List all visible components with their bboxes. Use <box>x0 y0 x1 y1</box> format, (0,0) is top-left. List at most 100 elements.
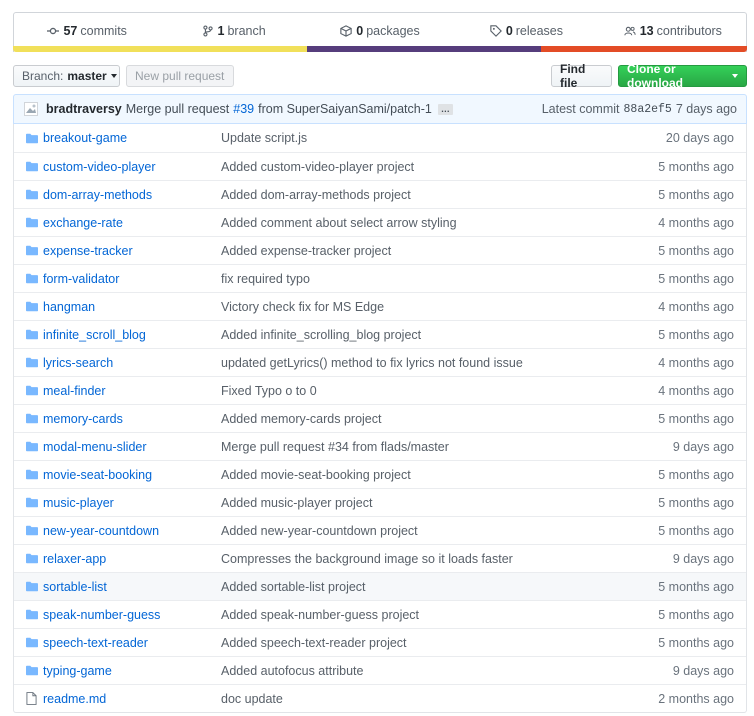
file-name-link[interactable]: speech-text-reader <box>43 636 221 650</box>
folder-icon <box>26 524 38 538</box>
file-name-link[interactable]: speak-number-guess <box>43 608 221 622</box>
folder-icon <box>26 664 38 678</box>
find-file-label: Find file <box>560 62 586 90</box>
commit-sha-link[interactable]: 88a2ef5 <box>624 103 672 116</box>
language-segment[interactable] <box>306 46 542 52</box>
file-name-link[interactable]: meal-finder <box>43 384 221 398</box>
branches-link[interactable]: 1 branch <box>160 13 306 49</box>
commits-link[interactable]: 57 commits <box>14 13 160 49</box>
file-commit-message[interactable]: Added custom-video-player project <box>221 160 636 174</box>
file-commit-message[interactable]: Added comment about select arrow styling <box>221 216 636 230</box>
file-commit-message[interactable]: Added speak-number-guess project <box>221 608 636 622</box>
chevron-down-icon <box>732 74 738 78</box>
file-commit-age: 5 months ago <box>658 327 734 342</box>
clone-or-download-button[interactable]: Clone or download <box>618 62 747 90</box>
file-row: exchange-rate Added comment about select … <box>14 208 746 236</box>
commit-pr-link[interactable]: #39 <box>233 102 254 116</box>
file-name-link[interactable]: music-player <box>43 496 221 510</box>
folder-icon <box>26 468 38 482</box>
avatar[interactable] <box>24 102 38 116</box>
file-name-link[interactable]: expense-tracker <box>43 244 221 258</box>
contributors-link[interactable]: 13 contributors <box>600 13 746 49</box>
file-name-link[interactable]: dom-array-methods <box>43 188 221 202</box>
folder-icon <box>26 608 38 622</box>
file-commit-message[interactable]: Compresses the background image so it lo… <box>221 552 636 566</box>
file-commit-message[interactable]: Added movie-seat-booking project <box>221 468 636 482</box>
branch-label: Branch: <box>22 69 64 83</box>
folder-icon <box>26 272 38 286</box>
file-row: expense-tracker Added expense-tracker pro… <box>14 236 746 264</box>
file-commit-message[interactable]: Victory check fix for MS Edge <box>221 300 636 314</box>
tag-icon <box>490 25 502 37</box>
releases-label: releases <box>515 24 564 38</box>
chevron-down-icon <box>110 74 117 78</box>
file-name-link[interactable]: sortable-list <box>43 580 221 594</box>
file-commit-message[interactable]: updated getLyrics() method to fix lyrics… <box>221 356 636 370</box>
releases-link[interactable]: 0 releases <box>453 13 599 49</box>
file-row: typing-game Added autofocus attribute 9 da… <box>14 656 746 684</box>
file-commit-message[interactable]: doc update <box>221 692 636 706</box>
file-row: memory-cards Added memory-cards project 5 … <box>14 404 746 432</box>
folder-icon <box>26 440 38 454</box>
commit-message-suffix[interactable]: from SuperSaiyanSami/patch-1 <box>258 102 432 116</box>
folder-icon <box>26 244 38 258</box>
file-row: form-validator fix required typo 5 months … <box>14 264 746 292</box>
find-file-button[interactable]: Find file <box>551 62 612 90</box>
file-commit-message[interactable]: Added music-player project <box>221 496 636 510</box>
file-commit-message[interactable]: Added expense-tracker project <box>221 244 636 258</box>
file-row: modal-menu-slider Merge pull request #34 … <box>14 432 746 460</box>
latest-commit-bar: bradtraversy Merge pull request #39 from… <box>13 94 747 124</box>
packages-link[interactable]: 0 packages <box>307 13 453 49</box>
file-commit-message[interactable]: Added speech-text-reader project <box>221 636 636 650</box>
folder-icon <box>26 496 38 510</box>
file-commit-age: 5 months ago <box>658 159 734 174</box>
file-commit-message[interactable]: Added new-year-countdown project <box>221 524 636 538</box>
file-name-link[interactable]: breakout-game <box>43 131 221 145</box>
commit-author[interactable]: bradtraversy <box>46 102 122 116</box>
file-commit-age: 5 months ago <box>658 579 734 594</box>
file-commit-message[interactable]: Merge pull request #34 from flads/master <box>221 440 636 454</box>
file-name-link[interactable]: lyrics-search <box>43 356 221 370</box>
file-commit-message[interactable]: Added sortable-list project <box>221 580 636 594</box>
file-commit-age: 4 months ago <box>658 383 734 398</box>
commit-message-prefix[interactable]: Merge pull request <box>126 102 230 116</box>
file-name-link[interactable]: infinite_scroll_blog <box>43 328 221 342</box>
file-row: relaxer-app Compresses the background ima… <box>14 544 746 572</box>
folder-icon <box>26 412 38 426</box>
file-name-link[interactable]: custom-video-player <box>43 160 221 174</box>
file-commit-message[interactable]: Added infinite_scrolling_blog project <box>221 328 636 342</box>
file-name-link[interactable]: modal-menu-slider <box>43 440 221 454</box>
file-name-link[interactable]: hangman <box>43 300 221 314</box>
file-name-link[interactable]: new-year-countdown <box>43 524 221 538</box>
file-name-link[interactable]: memory-cards <box>43 412 221 426</box>
language-bar[interactable] <box>13 46 747 52</box>
file-name-link[interactable]: exchange-rate <box>43 216 221 230</box>
file-commit-age: 5 months ago <box>658 635 734 650</box>
file-commit-age: 5 months ago <box>658 523 734 538</box>
file-row: sortable-list Added sortable-list project… <box>14 572 746 600</box>
file-commit-message[interactable]: Added autofocus attribute <box>221 664 636 678</box>
file-commit-age: 4 months ago <box>658 355 734 370</box>
folder-icon <box>26 356 38 370</box>
file-name-link[interactable]: relaxer-app <box>43 552 221 566</box>
file-commit-age: 5 months ago <box>658 467 734 482</box>
file-commit-message[interactable]: fix required typo <box>221 272 636 286</box>
file-commit-age: 5 months ago <box>658 187 734 202</box>
branch-select-button[interactable]: Branch: master <box>13 65 120 87</box>
file-row: speak-number-guess Added speak-number-gue… <box>14 600 746 628</box>
file-name-link[interactable]: movie-seat-booking <box>43 468 221 482</box>
file-commit-age: 9 days ago <box>672 663 734 678</box>
file-commit-age: 4 months ago <box>658 215 734 230</box>
file-name-link[interactable]: readme.md <box>43 692 221 706</box>
language-segment[interactable] <box>541 46 747 52</box>
file-commit-age: 5 months ago <box>658 607 734 622</box>
file-commit-message[interactable]: Added memory-cards project <box>221 412 636 426</box>
file-name-link[interactable]: typing-game <box>43 664 221 678</box>
file-name-link[interactable]: form-validator <box>43 272 221 286</box>
file-commit-message[interactable]: Update script.js <box>221 131 636 145</box>
language-segment[interactable] <box>13 46 307 52</box>
file-commit-message[interactable]: Added dom-array-methods project <box>221 188 636 202</box>
new-pull-request-button[interactable]: New pull request <box>126 65 234 87</box>
file-commit-message[interactable]: Fixed Typo o to 0 <box>221 384 636 398</box>
commit-expand-button[interactable]: … <box>437 103 453 115</box>
